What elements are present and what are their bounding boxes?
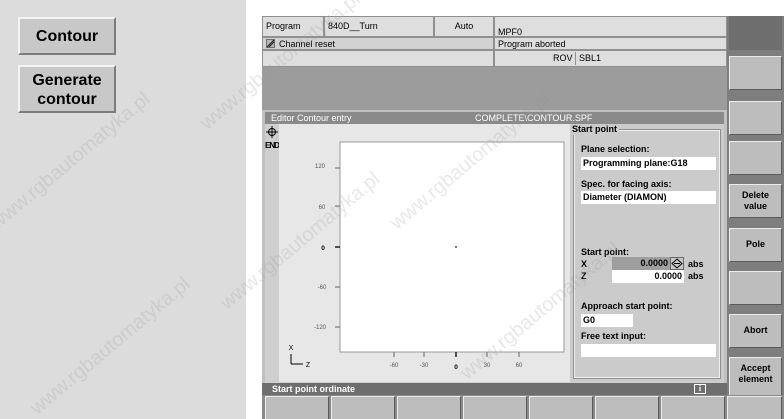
accept-element-softkey[interactable]: Accept element — [729, 357, 782, 397]
alarm-line — [262, 67, 727, 110]
mode-label: Auto — [434, 16, 494, 37]
contour-graphic: 120 60 0 -60 -120 -60 -30 0 30 60 X Z — [279, 124, 570, 382]
contour-graphic-svg: 120 60 0 -60 -120 -60 -30 0 30 60 X Z — [289, 141, 565, 371]
vertical-softkey-6[interactable] — [729, 271, 782, 305]
horizontal-softkey-6[interactable] — [595, 396, 659, 419]
program-area-label: Program — [262, 16, 324, 37]
channel-reset-icon — [266, 39, 275, 48]
graph-plot-area — [339, 141, 565, 353]
start-point-group-title: Start point — [570, 124, 619, 135]
generate-contour-line2: contour — [37, 91, 97, 108]
y-tick-neg120: -120 — [314, 325, 327, 331]
plane-selection-field[interactable]: Programming plane:G18 — [581, 157, 716, 170]
channel-status-line2 — [262, 50, 494, 67]
program-state: Program aborted — [494, 37, 727, 50]
vertical-softkey-header — [729, 16, 782, 50]
generate-contour-button[interactable]: Generate contour — [18, 65, 116, 113]
doc-softkey-panel: Contour Generate contour — [0, 0, 246, 419]
header-row-2: Channel reset Program aborted ROV SBL1 — [262, 37, 727, 67]
program-file: MPF0 — [494, 16, 727, 37]
hmi-screen: Program 840D__Turn Auto MPF0 Channel res… — [262, 16, 784, 419]
horizontal-softkey-1[interactable] — [265, 396, 329, 419]
horizontal-softkey-3[interactable] — [397, 396, 461, 419]
horizontal-softkey-4[interactable] — [463, 396, 527, 419]
editor-path: COMPLETE\CONTOUR.SPF — [475, 113, 593, 123]
contour-button[interactable]: Contour — [18, 17, 116, 55]
y-tick-60: 60 — [319, 205, 326, 211]
element-icon-strip: END — [265, 124, 280, 204]
crosshair-icon[interactable] — [266, 125, 278, 138]
x-start-field[interactable]: 0.0000 — [612, 257, 670, 270]
vertical-softkey-1[interactable] — [729, 56, 782, 90]
x-abs-label: abs — [688, 259, 704, 269]
free-text-label: Free text input: — [581, 331, 647, 341]
facing-axis-label: Spec. for facing axis: — [581, 179, 672, 189]
rov-indicator: ROV — [553, 53, 573, 63]
delete-value-softkey[interactable]: Delete value — [729, 184, 782, 218]
plane-selection-label: Plane selection: — [581, 144, 650, 154]
header-row-1: Program 840D__Turn Auto MPF0 — [262, 16, 727, 37]
pole-toggle-icon[interactable] — [670, 257, 684, 270]
horizontal-softkey-5[interactable] — [529, 396, 593, 419]
accept-element-line1: Accept — [740, 363, 771, 373]
axis-x-label: X — [289, 345, 294, 352]
generate-contour-line1: Generate — [32, 72, 102, 89]
machine-name: 840D__Turn — [324, 16, 434, 37]
horizontal-softkey-7[interactable] — [661, 396, 725, 419]
accept-element-line2: element — [738, 374, 773, 384]
horizontal-softkey-8[interactable] — [727, 396, 782, 419]
start-point-marker — [454, 245, 458, 249]
approach-field[interactable]: G0 — [581, 314, 633, 327]
end-icon[interactable]: END — [265, 140, 280, 151]
free-text-field[interactable] — [581, 344, 716, 357]
editor-title-bar: Editor Contour entry COMPLETE\CONTOUR.SP… — [265, 112, 724, 124]
x-tick-60: 60 — [516, 363, 523, 369]
x-tick-neg60: -60 — [390, 363, 399, 369]
x-tick-0: 0 — [454, 364, 458, 371]
approach-label: Approach start point: — [581, 301, 673, 311]
vertical-softkey-bar: Delete value Pole Abort Accept element — [727, 16, 784, 401]
horizontal-softkey-bar — [262, 395, 784, 419]
status-line: Start point ordinate i — [262, 383, 727, 395]
x-axis-name: X — [581, 259, 588, 269]
delete-value-line1: Delete — [741, 190, 769, 200]
status-text: Start point ordinate — [272, 384, 355, 394]
y-tick-120: 120 — [315, 164, 326, 170]
x-tick-neg30: -30 — [420, 363, 429, 369]
z-abs-label: abs — [688, 271, 704, 281]
channel-status: Channel reset — [262, 37, 494, 50]
editor-body: END 120 60 0 -60 -120 -60 -30 0 30 60 X … — [265, 124, 724, 383]
vertical-softkey-3[interactable] — [729, 141, 782, 175]
editor-title: Editor Contour entry — [271, 113, 352, 123]
z-start-field[interactable]: 0.0000 — [612, 270, 684, 283]
program-influence-row: ROV SBL1 — [494, 50, 727, 67]
axis-z-label: Z — [306, 362, 311, 369]
y-tick-0: 0 — [321, 245, 325, 252]
facing-axis-field[interactable]: Diameter (DIAMON) — [581, 191, 716, 204]
vertical-softkey-2[interactable] — [729, 101, 782, 135]
z-axis-name: Z — [581, 271, 587, 281]
y-tick-neg60: -60 — [318, 285, 327, 291]
channel-reset-text: Channel reset — [279, 39, 336, 49]
pole-softkey[interactable]: Pole — [729, 228, 782, 262]
x-tick-30: 30 — [484, 363, 491, 369]
abort-softkey[interactable]: Abort — [729, 314, 782, 348]
parameter-panel: Start point Plane selection: Programming… — [570, 124, 724, 382]
horizontal-softkey-2[interactable] — [331, 396, 395, 419]
sbl-indicator: SBL1 — [575, 52, 605, 65]
info-icon[interactable]: i — [694, 384, 706, 394]
delete-value-line2: value — [743, 201, 767, 211]
